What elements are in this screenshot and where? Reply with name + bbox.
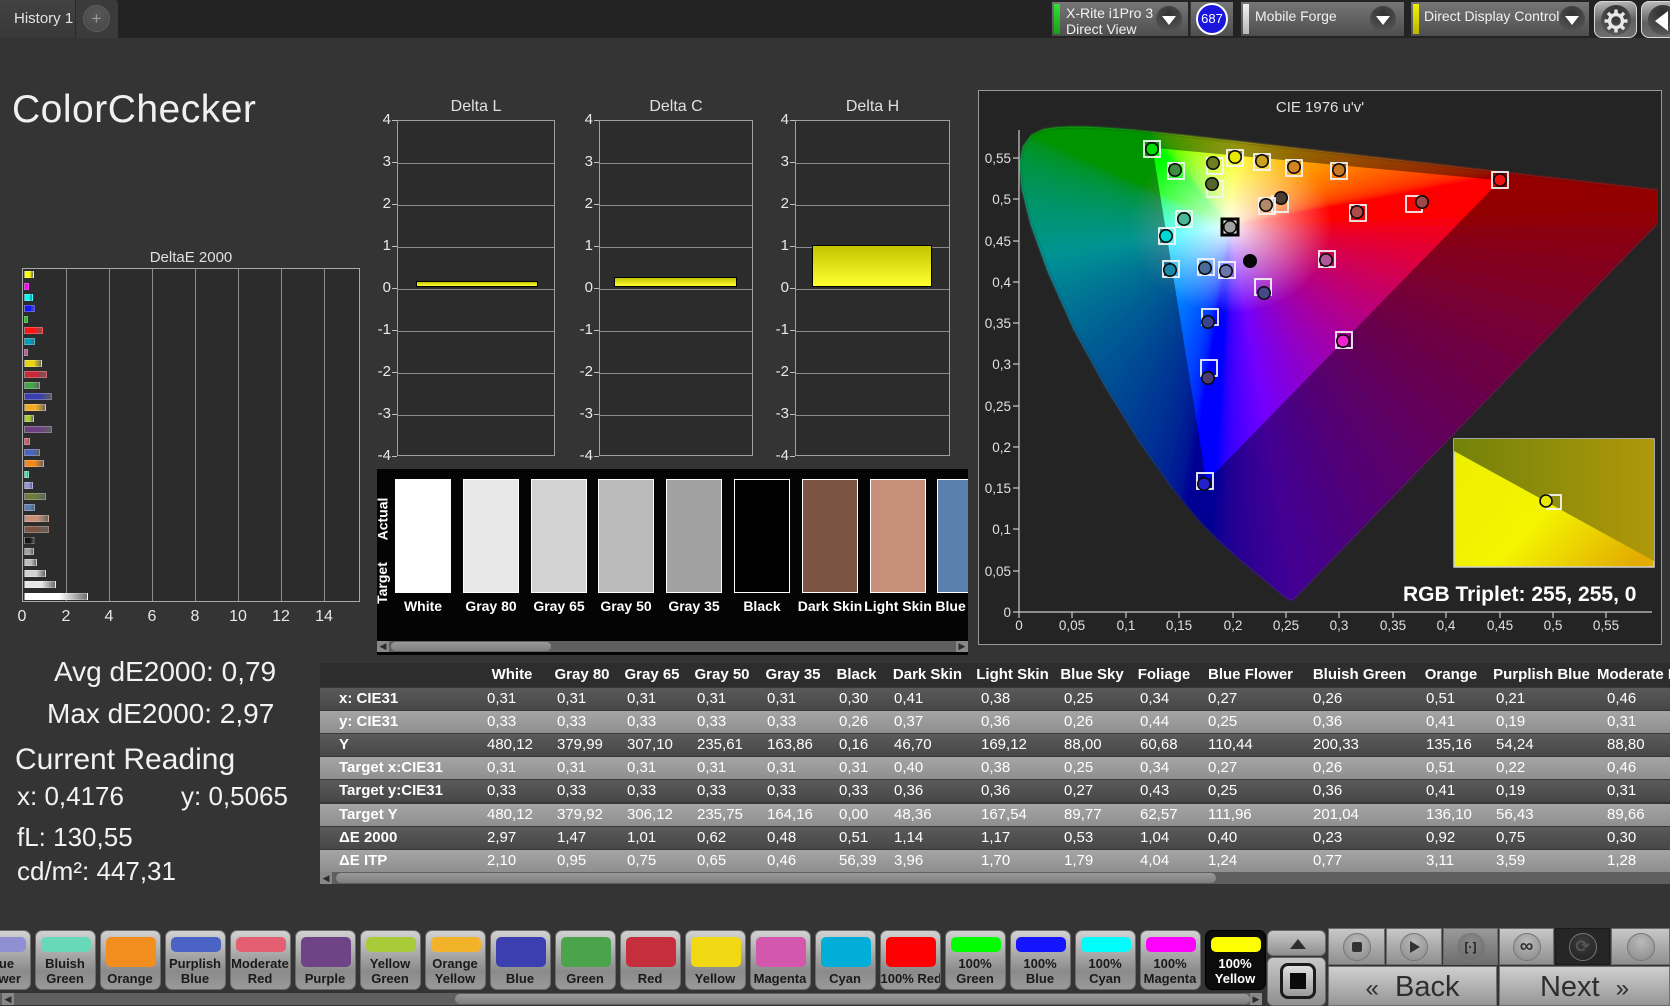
- svg-text:0,4: 0,4: [1437, 618, 1456, 633]
- svg-text:0,1: 0,1: [992, 522, 1011, 537]
- svg-text:0,05: 0,05: [985, 564, 1011, 579]
- svg-text:0,25: 0,25: [985, 399, 1011, 414]
- svg-text:0,2: 0,2: [1224, 618, 1243, 633]
- svg-text:0: 0: [1003, 605, 1011, 620]
- svg-text:0,15: 0,15: [1166, 618, 1192, 633]
- svg-text:0,45: 0,45: [985, 234, 1011, 249]
- svg-text:0: 0: [1015, 618, 1023, 633]
- svg-text:0,5: 0,5: [1544, 618, 1563, 633]
- svg-text:0,35: 0,35: [1380, 618, 1406, 633]
- svg-text:0,2: 0,2: [992, 440, 1011, 455]
- svg-text:0,5: 0,5: [992, 192, 1011, 207]
- svg-text:0,4: 0,4: [992, 275, 1011, 290]
- svg-text:0,25: 0,25: [1273, 618, 1299, 633]
- svg-text:CIE 1976 u'v': CIE 1976 u'v': [1276, 99, 1364, 116]
- svg-text:0,55: 0,55: [985, 151, 1011, 166]
- svg-text:0,35: 0,35: [985, 316, 1011, 331]
- svg-text:0,45: 0,45: [1487, 618, 1513, 633]
- svg-text:0,3: 0,3: [1330, 618, 1349, 633]
- svg-text:RGB Triplet: 255, 255, 0: RGB Triplet: 255, 255, 0: [1403, 583, 1636, 606]
- svg-text:0,3: 0,3: [992, 357, 1011, 372]
- svg-text:0,15: 0,15: [985, 481, 1011, 496]
- svg-text:0,1: 0,1: [1117, 618, 1136, 633]
- svg-text:0,05: 0,05: [1059, 618, 1085, 633]
- svg-text:0,55: 0,55: [1593, 618, 1619, 633]
